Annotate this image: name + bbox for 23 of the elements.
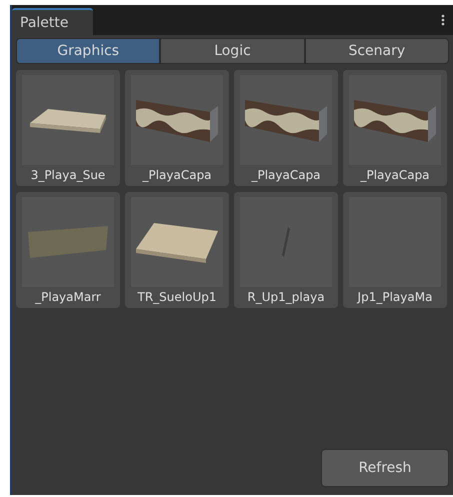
asset-name: Jp1_PlayaMa [356, 289, 434, 306]
asset-name: TR_SueloUp1 [136, 289, 218, 306]
asset-name: _PlayaCapa [359, 167, 431, 184]
asset-name: _PlayaCapa [141, 167, 213, 184]
asset-tile[interactable]: R_Up1_playa [234, 192, 338, 308]
asset-tile[interactable]: 3_Playa_Sue [16, 70, 120, 186]
asset-tile[interactable]: _PlayaCapa [343, 70, 447, 186]
tab[interactable]: Graphics [16, 38, 160, 64]
more-options-icon[interactable] [441, 14, 445, 26]
asset-name: R_Up1_playa [246, 289, 326, 306]
asset-name: _PlayaMarr [34, 289, 102, 306]
tab[interactable]: Scenary [304, 38, 449, 64]
asset-tile[interactable]: TR_SueloUp1 [125, 192, 229, 308]
asset-tile[interactable]: _PlayaCapa [125, 70, 229, 186]
asset-tile[interactable]: _PlayaCapa [234, 70, 338, 186]
window-title[interactable]: Palette [12, 8, 92, 35]
sliver-drawing [282, 227, 290, 257]
asset-tile[interactable]: Jp1_PlayaMa [343, 192, 447, 308]
asset-tile[interactable]: _PlayaMarr [16, 192, 120, 308]
asset-name: 3_Playa_Sue [30, 167, 106, 184]
refresh-button[interactable]: Refresh [321, 449, 449, 487]
asset-name: _PlayaCapa [250, 167, 322, 184]
tab[interactable]: Logic [160, 38, 305, 64]
